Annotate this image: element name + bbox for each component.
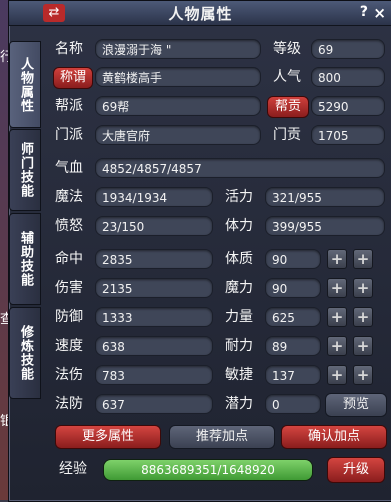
recommend-points-button[interactable]: 推荐加点 (169, 425, 275, 449)
attribute-field: 90 (265, 249, 321, 269)
plus-icon[interactable]: + (327, 249, 347, 269)
more-attributes-button[interactable]: 更多属性 (55, 425, 161, 449)
combat-stat-field: 637 (95, 394, 213, 414)
combat-stat-field: 783 (95, 365, 213, 385)
sect-contribution-field: 1705 (311, 125, 385, 145)
plus-icon[interactable]: + (327, 278, 347, 298)
plus-icon[interactable]: + (353, 365, 373, 385)
combat-stat-label: 法伤 (55, 367, 83, 383)
vitality-label: 活力 (225, 189, 253, 205)
experience-bar: 8863689351/1648920 (103, 459, 313, 481)
plus-icon[interactable]: + (327, 365, 347, 385)
sect-label: 门派 (55, 127, 83, 143)
hp-label: 气血 (55, 160, 83, 176)
experience-label: 经验 (59, 461, 87, 477)
combat-stat-field: 2835 (95, 249, 213, 269)
attribute-field: 625 (265, 307, 321, 327)
upgrade-button[interactable]: 升级 (327, 457, 385, 483)
character-attributes-window: ⇄ 人物属性 ? × 人物属性 师门技能 辅助技能 修炼技能 名称 浪漫溺于海 … (8, 0, 391, 502)
potential-field: 0 (265, 394, 321, 414)
tab-cultivation-skills[interactable]: 修炼技能 (9, 307, 41, 399)
combat-stat-field: 1333 (95, 307, 213, 327)
attribute-field: 89 (265, 336, 321, 356)
combat-stat-label: 伤害 (55, 280, 83, 296)
plus-icon[interactable]: + (353, 307, 373, 327)
hp-field: 4852/4857/4857 (95, 158, 385, 178)
vitality-field: 321/955 (265, 187, 385, 207)
tab-auxiliary-skills[interactable]: 辅助技能 (9, 213, 41, 305)
preview-button[interactable]: 预览 (325, 393, 387, 417)
plus-icon[interactable]: + (353, 278, 373, 298)
mp-label: 魔法 (55, 189, 83, 205)
mp-field: 1934/1934 (95, 187, 213, 207)
plus-icon[interactable]: + (327, 307, 347, 327)
stamina-field: 399/955 (265, 216, 385, 236)
tab-sect-skills[interactable]: 师门技能 (9, 129, 41, 211)
attribute-label: 魔力 (225, 280, 253, 296)
left-edge-strip: 行 查 银 (0, 0, 13, 500)
attribute-label: 耐力 (225, 338, 253, 354)
plus-icon[interactable]: + (327, 336, 347, 356)
level-field: 69 (311, 39, 385, 59)
combat-stat-field: 2135 (95, 278, 213, 298)
guild-label: 帮派 (55, 98, 83, 114)
title-button[interactable]: 称谓 (53, 67, 93, 89)
guild-contribution-field: 5290 (311, 96, 385, 116)
plus-icon[interactable]: + (353, 249, 373, 269)
popularity-label: 人气 (273, 69, 301, 85)
window-titlebar[interactable]: ⇄ 人物属性 ? × (9, 1, 391, 26)
help-icon[interactable]: ? (360, 4, 368, 20)
stamina-label: 体力 (225, 218, 253, 234)
potential-label: 潜力 (225, 396, 253, 412)
combat-stat-label: 法防 (55, 396, 83, 412)
attribute-field: 137 (265, 365, 321, 385)
combat-stat-label: 命中 (55, 251, 83, 267)
tab-character-attributes[interactable]: 人物属性 (9, 41, 41, 128)
title-field: 黄鹤楼高手 (95, 67, 261, 87)
attribute-label: 力量 (225, 309, 253, 325)
combat-stat-label: 防御 (55, 309, 83, 325)
attribute-label: 体质 (225, 251, 253, 267)
combat-stat-label: 速度 (55, 338, 83, 354)
attribute-label: 敏捷 (225, 367, 253, 383)
plus-icon[interactable]: + (353, 336, 373, 356)
guild-contribution-button[interactable]: 帮贡 (267, 96, 309, 118)
combat-stat-field: 638 (95, 336, 213, 356)
level-label: 等级 (273, 41, 301, 57)
rage-label: 愤怒 (55, 218, 83, 234)
popularity-field: 800 (311, 67, 385, 87)
attribute-field: 90 (265, 278, 321, 298)
confirm-points-button[interactable]: 确认加点 (281, 425, 387, 449)
rage-field: 23/150 (95, 216, 213, 236)
name-field: 浪漫溺于海 " (95, 39, 261, 59)
sect-field: 大唐官府 (95, 125, 261, 145)
experience-value: 8863689351/1648920 (141, 463, 275, 477)
sect-contribution-label: 门贡 (273, 127, 301, 143)
name-label: 名称 (55, 41, 83, 57)
window-title: 人物属性 (168, 5, 233, 23)
guild-field: 69帮 (95, 96, 261, 116)
close-icon[interactable]: × (373, 4, 386, 22)
